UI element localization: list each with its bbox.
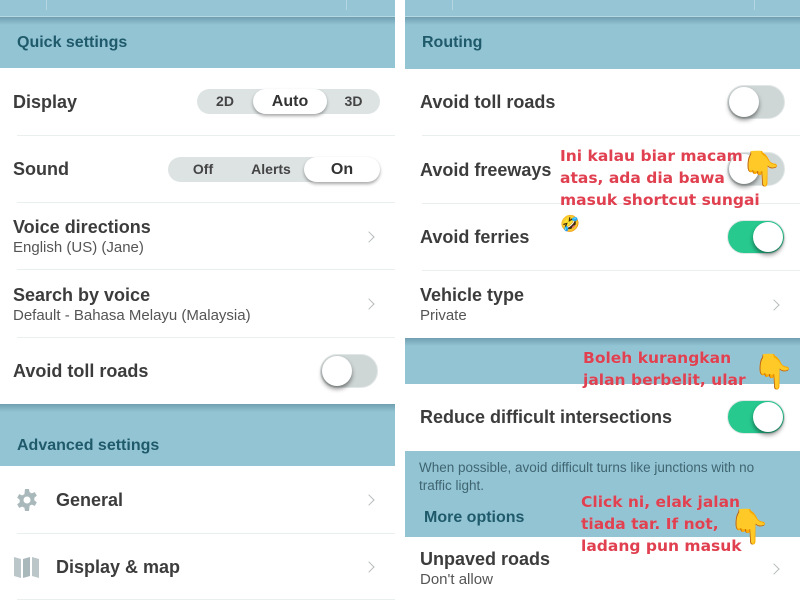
display-and-map-label: Display & map [56, 556, 181, 577]
routing-avoid-toll-roads-row: Avoid toll roads [405, 69, 800, 136]
chevron-right-icon [363, 230, 375, 243]
avoid-ferries-toggle[interactable] [727, 220, 785, 254]
toggle-knob [322, 356, 352, 386]
reduce-difficult-intersections-row: Reduce difficult intersections [405, 384, 800, 451]
routing-header: Routing [405, 17, 800, 69]
sound-row: Sound Off Alerts On [0, 136, 395, 203]
display-and-map-row[interactable]: Display & map [0, 534, 395, 600]
display-label: Display [13, 91, 78, 112]
top-bar [0, 0, 395, 17]
toggle-knob [753, 402, 783, 432]
routing-avoid-toll-roads-toggle[interactable] [727, 85, 785, 119]
avoid-ferries-row: Avoid ferries [405, 204, 800, 271]
quick-settings-header: Quick settings [0, 17, 395, 68]
avoid-toll-roads-label: Avoid toll roads [13, 360, 149, 381]
sound-option-alerts[interactable]: Alerts [238, 157, 304, 182]
annotation-unpaved: Click ni, elak jalan tiada tar. If not, … [581, 491, 751, 557]
vehicle-type-value: Private [420, 307, 467, 324]
top-bar-divider [452, 0, 453, 10]
toggle-knob [753, 222, 783, 252]
routing-title: Routing [422, 34, 483, 51]
top-bar [405, 0, 800, 17]
more-options-title: More options [424, 509, 525, 526]
display-option-auto[interactable]: Auto [253, 89, 327, 114]
voice-directions-label: Voice directions [13, 217, 151, 237]
general-row[interactable]: General [0, 466, 395, 534]
quick-settings-title: Quick settings [17, 33, 128, 51]
display-mode-segmented-control[interactable]: 2D Auto 3D [197, 89, 380, 114]
avoid-toll-roads-row: Avoid toll roads [0, 338, 395, 404]
vehicle-type-row[interactable]: Vehicle type Private [405, 271, 800, 338]
sound-segmented-control[interactable]: Off Alerts On [168, 157, 380, 182]
search-by-voice-row[interactable]: Search by voice Default - Bahasa Melayu … [0, 270, 395, 338]
sound-option-off[interactable]: Off [168, 157, 238, 182]
avoid-freeways-label: Avoid freeways [420, 159, 552, 180]
sound-label: Sound [13, 159, 69, 179]
chevron-right-icon [363, 561, 375, 573]
display-row: Display 2D Auto 3D [0, 68, 395, 136]
search-by-voice-label: Search by voice [13, 284, 151, 305]
annotation-freeways-text: Ini kalau biar macam atas, ada dia bawa … [560, 147, 760, 209]
sound-option-on[interactable]: On [304, 157, 380, 182]
left-settings-panel: Quick settings Display 2D Auto 3D Sound … [0, 0, 395, 600]
search-by-voice-value: Default - Bahasa Melayu (Malaysia) [13, 306, 251, 324]
map-icon [14, 557, 39, 578]
general-label: General [56, 489, 124, 510]
avoid-ferries-label: Avoid ferries [420, 227, 530, 247]
reduce-difficult-intersections-toggle[interactable] [727, 400, 785, 434]
reduce-difficult-intersections-label: Reduce difficult intersections [420, 407, 673, 427]
chevron-right-icon [363, 298, 375, 310]
display-option-3d[interactable]: 3D [327, 89, 380, 114]
top-bar-divider [46, 0, 47, 10]
advanced-settings-title: Advanced settings [17, 437, 160, 454]
chevron-right-icon [768, 298, 780, 311]
unpaved-roads-label: Unpaved roads [420, 549, 551, 569]
annotation-intersections-text: Boleh kurangkan jalan berbelit, ular [583, 349, 746, 389]
chevron-right-icon [768, 562, 780, 575]
annotation-intersections: Boleh kurangkan jalan berbelit, ular [583, 347, 773, 391]
avoid-toll-roads-toggle[interactable] [320, 354, 378, 388]
annotation-freeways: Ini kalau biar macam atas, ada dia bawa … [560, 145, 760, 211]
pointing-down-hand-icon: 👇 [740, 150, 783, 188]
top-bar-divider [346, 0, 347, 10]
pointing-down-hand-icon: 👇 [728, 508, 771, 546]
unpaved-roads-value: Don't allow [420, 571, 493, 588]
laughing-emoji-icon: 🤣 [560, 216, 580, 233]
gear-icon [17, 489, 37, 511]
top-bar-divider [754, 0, 755, 10]
voice-directions-row[interactable]: Voice directions English (US) (Jane) [0, 203, 395, 270]
toggle-knob [729, 87, 759, 117]
annotation-unpaved-text: Click ni, elak jalan tiada tar. If not, … [581, 493, 742, 555]
display-option-2d[interactable]: 2D [197, 89, 253, 114]
description-text: When possible, avoid difficult turns lik… [419, 460, 755, 493]
routing-avoid-toll-roads-label: Avoid toll roads [420, 92, 556, 112]
chevron-right-icon [363, 494, 375, 506]
voice-directions-value: English (US) (Jane) [13, 239, 144, 256]
advanced-settings-header: Advanced settings [0, 404, 395, 466]
vehicle-type-label: Vehicle type [420, 285, 525, 305]
pointing-down-hand-icon: 👇 [752, 353, 795, 391]
